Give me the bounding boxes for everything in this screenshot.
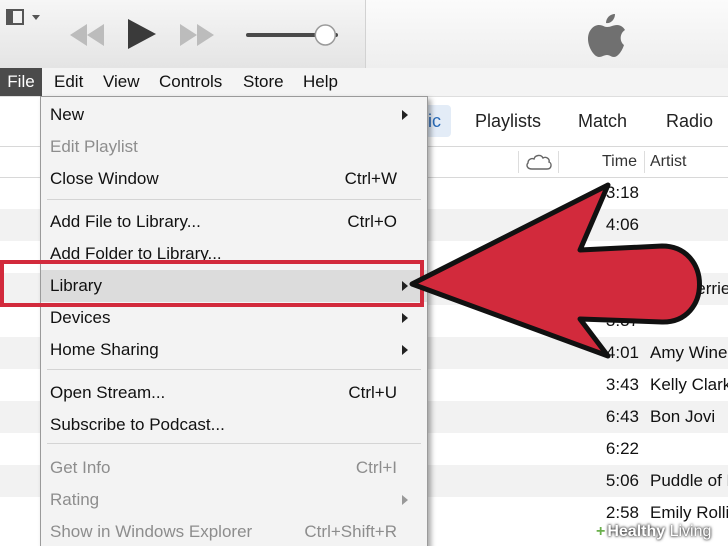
cell-time: 3:43 [605, 375, 639, 394]
menu-item-label: Rating [50, 490, 100, 509]
column-header-artist[interactable]: Artist [650, 147, 686, 177]
submenu-arrow-icon [402, 313, 408, 323]
fast-forward-icon[interactable] [178, 22, 216, 48]
cell-time: 6:22 [605, 439, 639, 458]
file-menu-dropdown: New Edit Playlist Close Window Ctrl+W Add Fi… [40, 96, 428, 546]
menu-item-home-sharing[interactable]: Home Sharing [41, 334, 427, 366]
rewind-icon[interactable] [68, 22, 106, 48]
column-header-time[interactable]: Time [602, 147, 637, 177]
apple-logo-icon [588, 14, 625, 57]
submenu-arrow-icon [402, 110, 408, 120]
cell-time [560, 241, 639, 273]
menu-item-show-in-windows-explorer[interactable]: Show in Windows Explorer Ctrl+Shift+R [41, 516, 427, 546]
sidebar-toggle-icon[interactable] [6, 8, 42, 28]
menu-item-label: New [50, 105, 85, 124]
cell-time: 3:37 [605, 311, 639, 330]
annotation-highlight-box [0, 260, 424, 307]
menu-item-label: Subscribe to Podcast... [50, 415, 225, 434]
menu-item-label: Home Sharing [50, 340, 159, 359]
menu-item-open-stream[interactable]: Open Stream... Ctrl+U [41, 377, 427, 409]
menu-item-get-info[interactable]: Get Info Ctrl+I [41, 452, 427, 484]
menu-bar: File Edit View Controls Store Help [0, 68, 728, 97]
itunes-window: File Edit View Controls Store Help Music… [0, 0, 728, 546]
menu-item-close-window[interactable]: Close Window Ctrl+W [41, 163, 427, 195]
cell-time: 6:43 [605, 407, 639, 426]
menu-item-label: Add File to Library... [50, 212, 201, 231]
menu-item-label: Open Stream... [50, 383, 166, 402]
menu-item-subscribe-to-podcast[interactable]: Subscribe to Podcast... [41, 409, 427, 441]
menu-item-new[interactable]: New [41, 99, 427, 131]
menu-item-shortcut: Ctrl+U [348, 383, 397, 402]
cell-time: 4:01 [605, 343, 639, 362]
cell-artist: Kelly Clarkson [650, 375, 728, 394]
cell-artist: Puddle of Mudd [650, 471, 728, 490]
menu-view[interactable]: View [103, 68, 140, 96]
menu-item-label: Edit Playlist [50, 137, 138, 156]
menu-edit[interactable]: Edit [54, 68, 83, 96]
menu-file[interactable]: File [0, 68, 42, 96]
volume-knob[interactable] [314, 24, 337, 46]
menu-store[interactable]: Store [243, 68, 284, 96]
menu-separator [47, 369, 421, 370]
tab-match[interactable]: Match [578, 105, 627, 137]
menu-controls[interactable]: Controls [159, 68, 222, 96]
menu-help[interactable]: Help [303, 68, 338, 96]
cell-artist: Amy Winehouse [650, 343, 728, 362]
menu-separator [47, 199, 421, 200]
cell-artist: Bon Jovi [650, 407, 716, 426]
player-toolbar [0, 0, 728, 68]
cloud-icon[interactable] [524, 153, 554, 171]
menu-item-label: Get Info [50, 458, 111, 477]
menu-separator [47, 443, 421, 444]
watermark-healthy: Healthy [607, 523, 666, 540]
watermark: + Healthy Living [596, 520, 711, 544]
play-icon[interactable] [124, 17, 158, 51]
cell-artist: Jovi [650, 247, 681, 266]
menu-item-shortcut: Ctrl+O [347, 212, 397, 231]
watermark-plus: + [596, 523, 606, 540]
cell-time: 4:06 [605, 215, 639, 234]
tab-radio[interactable]: Radio [666, 105, 713, 137]
watermark-living: Living [665, 523, 712, 540]
cell-artist: Cranberries [650, 279, 728, 298]
cell-time: 3:52 [605, 279, 639, 298]
menu-item-rating[interactable]: Rating [41, 484, 427, 516]
menu-item-add-file-to-library[interactable]: Add File to Library... Ctrl+O [41, 206, 427, 238]
cell-time: 5:06 [605, 471, 639, 490]
tab-playlists[interactable]: Playlists [475, 105, 541, 137]
cell-time: 3:18 [605, 183, 639, 202]
menu-item-label: Close Window [50, 169, 159, 188]
submenu-arrow-icon [402, 495, 408, 505]
menu-item-shortcut: Ctrl+I [355, 458, 397, 477]
status-display [365, 0, 728, 68]
column-separator[interactable] [558, 151, 559, 173]
menu-item-label: Show in Windows Explorer [50, 522, 253, 541]
volume-slider[interactable] [244, 22, 348, 48]
submenu-arrow-icon [402, 345, 408, 355]
menu-item-shortcut: Ctrl+W [344, 169, 397, 188]
column-separator[interactable] [644, 151, 645, 173]
column-separator[interactable] [518, 151, 519, 173]
menu-item-shortcut: Ctrl+Shift+R [304, 522, 397, 541]
menu-item-edit-playlist[interactable]: Edit Playlist [41, 131, 427, 163]
